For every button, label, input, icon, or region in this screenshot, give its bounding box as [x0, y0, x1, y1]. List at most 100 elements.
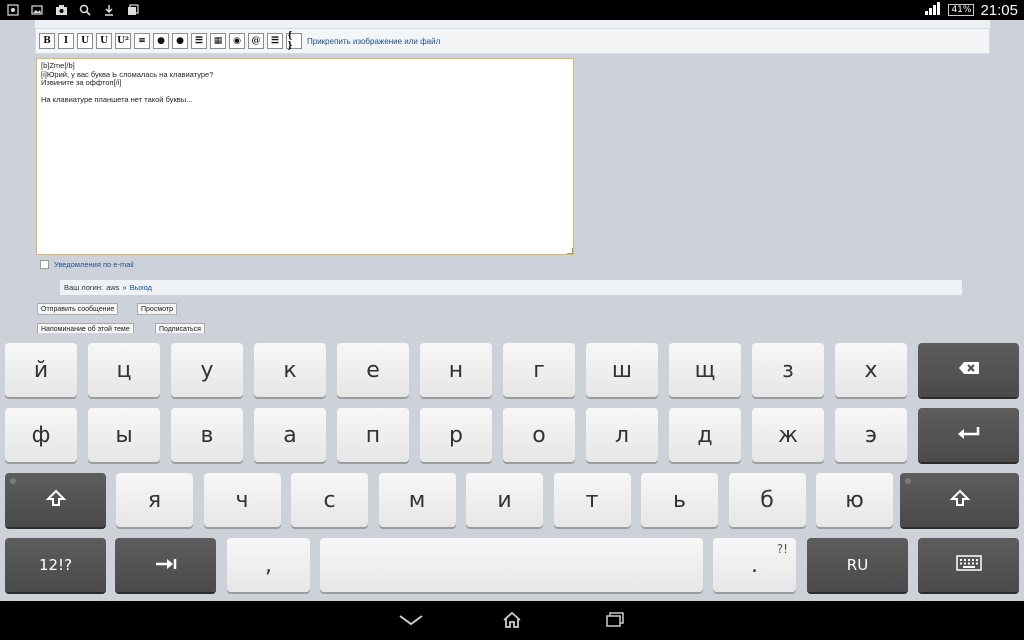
login-bar: Ваш логин: aws » Выход — [60, 280, 962, 295]
notification-icon — [6, 4, 20, 16]
italic-button[interactable]: I — [58, 33, 74, 49]
back-icon[interactable] — [396, 609, 426, 631]
key-row2-8[interactable]: д — [669, 408, 741, 462]
key-row3-4[interactable]: и — [466, 473, 543, 527]
bold-button[interactable]: B — [39, 33, 55, 49]
web-page: B I U U U² ≡ ● ● ☰ ▦ ◉ @ ☰{ } Прикрепить изображение … — [0, 20, 1024, 333]
key-row3-0[interactable]: я — [116, 473, 193, 527]
key-row3-3[interactable]: м — [378, 473, 456, 527]
period-key[interactable]: ?! . — [713, 538, 796, 592]
comma-key[interactable]: , — [227, 538, 310, 592]
status-bar: 41% 21:05 — [0, 0, 1024, 20]
key-row3-5[interactable]: т — [553, 473, 631, 527]
signal-icon — [924, 1, 942, 19]
login-prefix: Ваш логин: — [64, 283, 104, 292]
logout-link[interactable]: Выход — [130, 283, 152, 292]
color2-button[interactable]: ● — [172, 33, 188, 49]
enter-key[interactable] — [918, 408, 1019, 462]
key-row2-9[interactable]: ж — [752, 408, 824, 462]
numbers-key[interactable]: 12!? — [5, 538, 106, 592]
subscribe-button[interactable]: Подписаться — [155, 323, 205, 333]
color-button[interactable]: ● — [153, 33, 169, 49]
navigation-bar — [0, 601, 1024, 640]
key-row2-0[interactable]: ф — [5, 408, 77, 462]
email-button[interactable]: @ — [248, 33, 264, 49]
backspace-key[interactable] — [918, 343, 1019, 397]
shift-indicator — [905, 478, 911, 484]
shift-left-key[interactable] — [5, 473, 106, 527]
key-row2-4[interactable]: п — [337, 408, 409, 462]
notify-row: Уведомления по e-mail — [40, 260, 134, 269]
editor-toolbar: B I U U U² ≡ ● ● ☰ ▦ ◉ @ ☰{ } Прикрепить изображение … — [35, 28, 990, 54]
key-row2-1[interactable]: ы — [88, 408, 160, 462]
key-row3-2[interactable]: с — [291, 473, 368, 527]
key-row1-3[interactable]: к — [254, 343, 326, 397]
login-separator: » — [122, 283, 127, 292]
remind-button[interactable]: Напоминание об этой теме — [37, 323, 134, 333]
key-row1-9[interactable]: з — [752, 343, 824, 397]
key-row1-5[interactable]: н — [420, 343, 492, 397]
period-label: . — [751, 552, 758, 578]
shift-icon — [45, 489, 66, 511]
send-button[interactable]: Отправить сообщение — [37, 303, 119, 315]
tab-icon — [155, 556, 177, 574]
bullets-button[interactable]: ☰ — [267, 33, 283, 49]
search-icon — [78, 4, 92, 16]
underline-button[interactable]: U — [77, 33, 93, 49]
login-user: aws — [106, 283, 120, 292]
key-row2-6[interactable]: о — [503, 408, 575, 462]
notify-label[interactable]: Уведомления по e-mail — [54, 260, 134, 269]
keyboard-icon — [955, 555, 982, 575]
key-row3-7[interactable]: б — [728, 473, 806, 527]
key-row1-8[interactable]: щ — [669, 343, 741, 397]
gallery-icon — [126, 4, 140, 16]
backspace-icon — [958, 361, 980, 379]
tab-key[interactable] — [115, 538, 216, 592]
shift-indicator — [10, 478, 16, 484]
key-row1-4[interactable]: е — [337, 343, 409, 397]
clock: 21:05 — [980, 1, 1018, 19]
key-row1-1[interactable]: ц — [88, 343, 160, 397]
list-button[interactable]: ☰ — [191, 33, 207, 49]
key-row2-3[interactable]: а — [254, 408, 326, 462]
enter-icon — [957, 426, 981, 444]
hide-keyboard-key[interactable] — [918, 538, 1019, 592]
key-row3-8[interactable]: ю — [816, 473, 893, 527]
key-row2-10[interactable]: э — [835, 408, 907, 462]
image-icon — [30, 4, 44, 16]
align-button[interactable]: ≡ — [134, 33, 150, 49]
home-icon[interactable] — [497, 609, 527, 631]
status-right: 41% 21:05 — [924, 0, 1018, 20]
keyboard: 12!? , ?! . RU йцукенгшщзх фывапролджэ ячс… — [0, 333, 1024, 601]
recents-icon[interactable] — [600, 609, 630, 631]
key-row1-0[interactable]: й — [5, 343, 77, 397]
key-row1-2[interactable]: у — [171, 343, 243, 397]
key-row3-6[interactable]: ь — [641, 473, 718, 527]
table-button[interactable]: ▦ — [210, 33, 226, 49]
battery-level: 41% — [948, 4, 975, 16]
key-row2-5[interactable]: р — [420, 408, 492, 462]
key-row1-7[interactable]: ш — [586, 343, 658, 397]
key-row2-2[interactable]: в — [171, 408, 243, 462]
space-key[interactable] — [320, 538, 703, 592]
top-strip — [35, 20, 990, 28]
strikethrough-button[interactable]: U — [96, 33, 112, 49]
key-row3-1[interactable]: ч — [203, 473, 281, 527]
language-key[interactable]: RU — [807, 538, 908, 592]
superscript-button[interactable]: U² — [115, 33, 131, 49]
period-alt-label: ?! — [776, 542, 788, 556]
attach-file-link[interactable]: Прикрепить изображение или файл — [307, 37, 440, 46]
key-row1-10[interactable]: х — [835, 343, 907, 397]
key-row1-6[interactable]: г — [503, 343, 575, 397]
shift-right-key[interactable] — [900, 473, 1019, 527]
camera-icon — [54, 4, 68, 16]
preview-button[interactable]: Просмотр — [137, 303, 177, 315]
notify-checkbox[interactable] — [40, 260, 49, 269]
download-icon — [102, 4, 116, 16]
shift-icon — [949, 489, 970, 511]
status-icons — [0, 4, 140, 16]
code-button[interactable]: { } — [286, 31, 302, 51]
key-row2-7[interactable]: л — [586, 408, 658, 462]
message-textarea[interactable]: [b]Zme[/b] [i]Юрий, у вас буква Ь сломал… — [36, 58, 574, 255]
globe-button[interactable]: ◉ — [229, 33, 245, 49]
